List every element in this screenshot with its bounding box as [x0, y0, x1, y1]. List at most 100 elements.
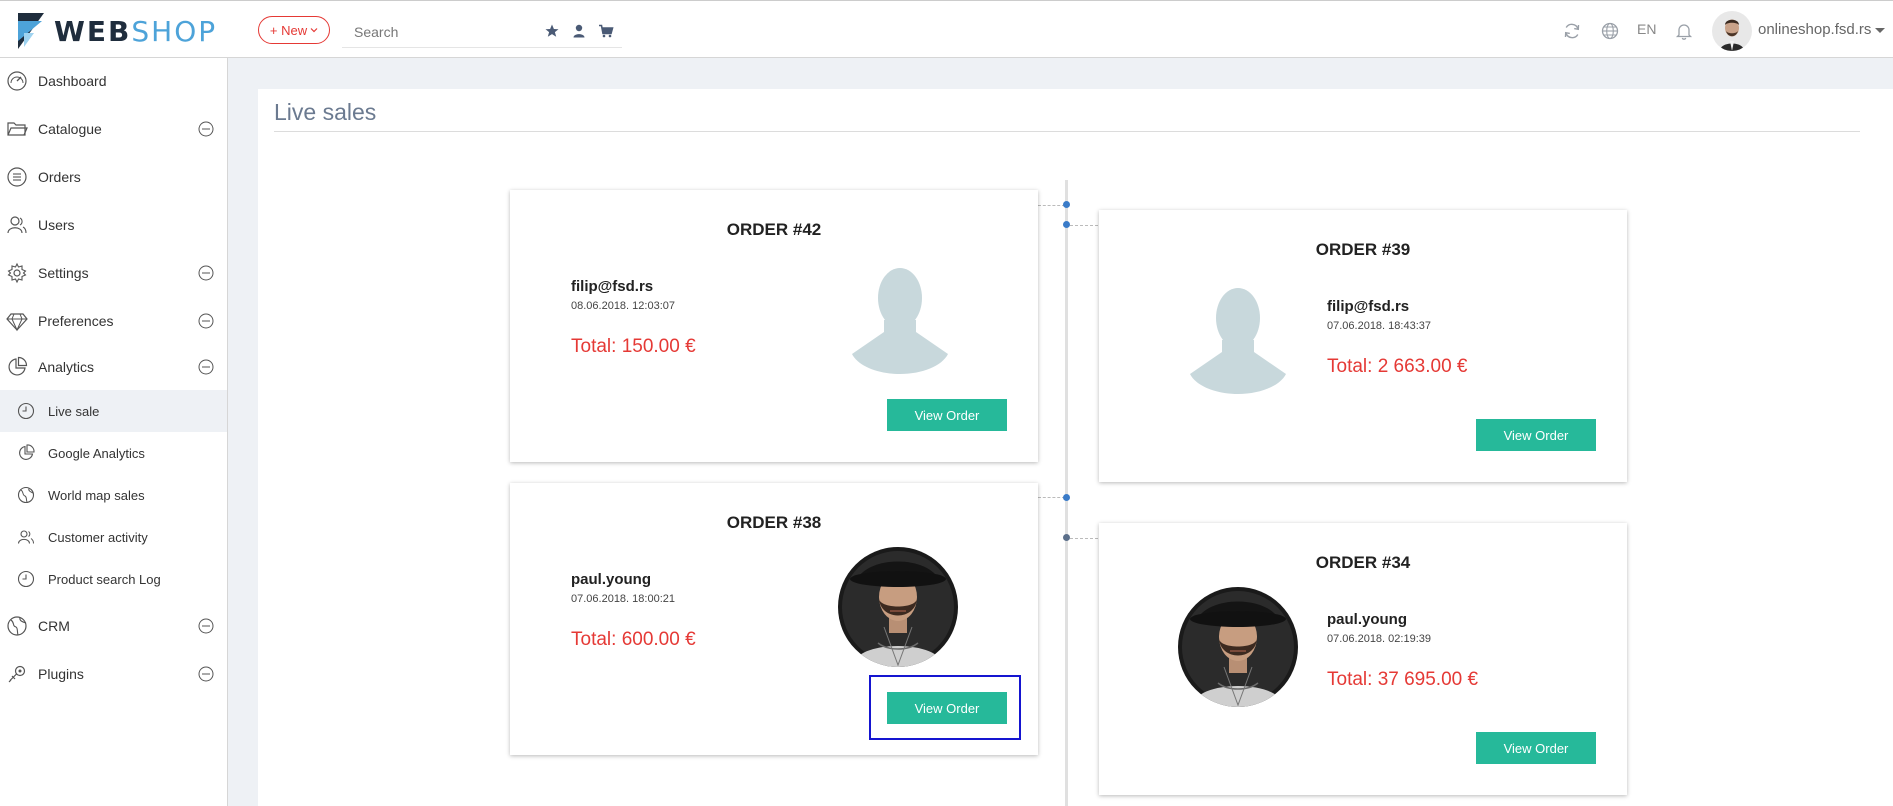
timeline-dot: [1063, 201, 1070, 208]
sidebar-item-label: Users: [38, 217, 75, 233]
sidebar-subitem-label: Product search Log: [48, 571, 161, 587]
user-icon[interactable]: [571, 23, 587, 39]
pie-chart-icon: [8, 356, 28, 376]
timeline-connector: [1038, 497, 1065, 498]
order-date: 08.06.2018. 12:03:07: [571, 300, 675, 312]
sidebar-subitem-label: Google Analytics: [48, 445, 145, 461]
sidebar-item-label: Analytics: [38, 359, 95, 375]
timeline-dot: [1063, 221, 1070, 228]
refresh-icon[interactable]: [1562, 21, 1582, 41]
gear-icon: [7, 262, 27, 284]
expand-circle-icon[interactable]: [198, 313, 214, 329]
customer-photo: [1178, 587, 1298, 707]
order-title: ORDER #39: [1315, 240, 1411, 259]
logo[interactable]: WEBSHOP: [16, 11, 217, 51]
expand-circle-icon[interactable]: [198, 265, 214, 281]
focus-highlight: [869, 675, 1021, 740]
sidebar-item-preferences[interactable]: Preferences: [0, 301, 227, 341]
order-customer: paul.young: [1327, 611, 1407, 628]
star-icon[interactable]: [544, 23, 560, 39]
sidebar-item-analytics[interactable]: Analytics: [0, 347, 227, 387]
sidebar-subitem-google-analytics[interactable]: Google Analytics: [0, 432, 227, 474]
order-date: 07.06.2018. 02:19:39: [1327, 633, 1431, 645]
top-bar: WEBSHOP + New EN onlineshop.fsd.rs: [0, 0, 1893, 58]
order-date: 07.06.2018. 18:00:21: [571, 593, 675, 605]
timeline-connector: [1070, 225, 1098, 226]
timeline-connector: [1038, 205, 1065, 206]
customer-photo-icon: [1178, 587, 1298, 707]
language-selector[interactable]: EN: [1637, 21, 1656, 37]
search-input[interactable]: [352, 21, 536, 43]
order-card: ORDER #42 filip@fsd.rs 08.06.2018. 12:03…: [510, 190, 1038, 462]
sidebar-subitem-product-search-log[interactable]: Product search Log: [0, 558, 227, 600]
logo-text-web: WEB: [54, 14, 132, 48]
bell-icon[interactable]: [1674, 21, 1694, 41]
sidebar-subitem-label: Live sale: [48, 403, 100, 419]
cart-icon[interactable]: [598, 23, 614, 39]
sidebar-subitem-live-sale[interactable]: Live sale: [0, 390, 227, 432]
customer-photo-icon: [838, 547, 958, 667]
order-customer: filip@fsd.rs: [571, 278, 654, 295]
order-date: 07.06.2018. 18:43:37: [1327, 320, 1431, 332]
globe-icon[interactable]: [1600, 21, 1620, 41]
timeline-connector: [1070, 538, 1098, 539]
user-avatar-photo-icon: [1712, 11, 1752, 51]
order-total: Total: 150.00 €: [571, 336, 696, 357]
sidebar-item-catalogue[interactable]: Catalogue: [0, 109, 227, 149]
order-card: ORDER #34 paul.young 07.06.2018. 02:19:3…: [1099, 523, 1627, 795]
sidebar: Dashboard Catalogue Orders Users Setting…: [0, 58, 228, 806]
new-button[interactable]: + New: [258, 16, 330, 44]
pie-chart-icon: [19, 444, 35, 460]
collapse-circle-icon[interactable]: [198, 359, 214, 375]
logo-text: WEBSHOP: [54, 15, 217, 48]
chevron-down-icon: [310, 28, 318, 33]
dashboard-icon: [7, 71, 27, 91]
sidebar-item-label: Orders: [38, 169, 81, 185]
silhouette-icon: [1190, 288, 1286, 394]
globe-icon: [17, 486, 35, 504]
main-panel: Live sales: [258, 89, 1893, 806]
order-title: ORDER #38: [726, 513, 822, 532]
title-divider: [274, 131, 1860, 132]
expand-circle-icon[interactable]: [198, 666, 214, 682]
caret-down-icon: [1875, 27, 1886, 33]
sidebar-item-label: Dashboard: [38, 73, 107, 89]
sidebar-item-plugins[interactable]: Plugins: [0, 654, 227, 694]
view-order-button[interactable]: View Order: [1476, 419, 1596, 451]
sidebar-item-dashboard[interactable]: Dashboard: [0, 61, 227, 101]
diamond-icon: [6, 313, 28, 332]
sidebar-item-settings[interactable]: Settings: [0, 253, 227, 293]
plug-icon: [8, 665, 26, 683]
sidebar-subitem-label: World map sales: [48, 487, 145, 503]
sidebar-subitem-customer-activity[interactable]: Customer activity: [0, 516, 227, 558]
account-menu[interactable]: onlineshop.fsd.rs: [1758, 21, 1886, 38]
silhouette-icon: [852, 268, 948, 374]
sidebar-item-orders[interactable]: Orders: [0, 157, 227, 197]
search-bar: [342, 15, 622, 48]
sidebar-item-label: Settings: [38, 265, 89, 281]
expand-circle-icon[interactable]: [198, 121, 214, 137]
sidebar-subitem-world-map-sales[interactable]: World map sales: [0, 474, 227, 516]
sidebar-item-label: Preferences: [38, 313, 114, 329]
order-title: ORDER #42: [726, 220, 822, 239]
order-customer: filip@fsd.rs: [1327, 298, 1410, 315]
avatar[interactable]: [1712, 11, 1752, 51]
logo-flag-icon: [18, 13, 44, 49]
expand-circle-icon[interactable]: [198, 618, 214, 634]
order-total: Total: 2 663.00 €: [1327, 356, 1468, 377]
order-total: Total: 37 695.00 €: [1327, 669, 1479, 690]
sidebar-item-crm[interactable]: CRM: [0, 606, 227, 646]
folder-icon: [7, 122, 28, 136]
view-order-button[interactable]: View Order: [1476, 732, 1596, 764]
order-card: ORDER #39 filip@fsd.rs 07.06.2018. 18:43…: [1099, 210, 1627, 482]
sidebar-item-label: Plugins: [38, 666, 84, 682]
clock-icon: [17, 402, 35, 420]
timeline-line: [1065, 180, 1068, 806]
view-order-button[interactable]: View Order: [887, 399, 1007, 431]
page-title: Live sales: [274, 99, 377, 125]
sidebar-subitem-label: Customer activity: [48, 529, 148, 545]
order-total: Total: 600.00 €: [571, 629, 696, 650]
sidebar-item-users[interactable]: Users: [0, 205, 227, 245]
users-icon: [7, 216, 27, 234]
globe-icon: [7, 616, 27, 636]
